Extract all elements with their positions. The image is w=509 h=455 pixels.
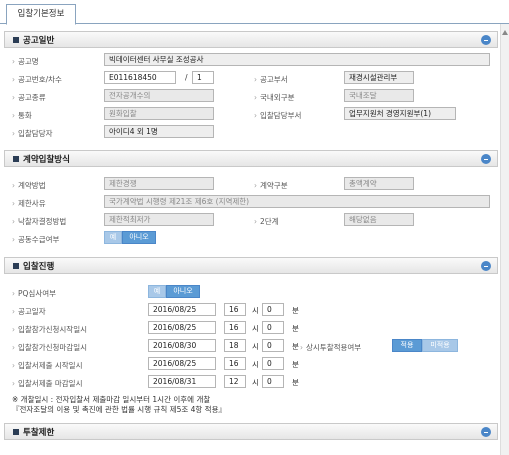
section-header-contract-method: 계약입찰방식 (4, 150, 498, 167)
square-bullet-icon (13, 156, 19, 162)
label-two-stage: › 2단계 (254, 217, 279, 226)
field-date: 2016/08/25 (148, 321, 216, 334)
field-hour: 16 (224, 303, 246, 316)
tab-bid-basic-info[interactable]: 입찰기본정보 (6, 4, 76, 25)
pq-no[interactable]: 아니오 (166, 285, 200, 298)
square-bullet-icon (13, 429, 19, 435)
label-schedule-row: › 공고일자 (12, 307, 46, 316)
hour-unit: 시 (252, 378, 259, 387)
scroll-up-icon[interactable] (502, 30, 508, 35)
label-domestic: › 국내외구분 (254, 93, 295, 102)
collapse-icon[interactable] (481, 261, 491, 271)
field-contract-type: 총액계약 (344, 177, 414, 190)
label-dept: › 공고부서 (254, 75, 288, 84)
scrollbar[interactable] (500, 24, 509, 455)
section-header-bid-restriction: 투찰제한 (4, 423, 498, 440)
field-notice-name: 빅데이터센터 사무실 조성공사 (104, 53, 490, 66)
collapse-icon[interactable] (481, 35, 491, 45)
field-minute: 0 (262, 339, 284, 352)
minute-unit: 분 (292, 378, 299, 387)
note-law-reference: 『전자조달의 이용 및 촉진에 관한 법률 시행 규칙 제5조 4항 적용』 (12, 405, 226, 414)
field-date: 2016/08/30 (148, 339, 216, 352)
label-contract-method: › 계약방법 (12, 181, 46, 190)
square-bullet-icon (13, 37, 19, 43)
field-restriction-reason: 국가계약법 시행령 제21조 제6호 (지역제한) (104, 195, 490, 208)
minute-unit: 분 (292, 342, 299, 351)
label-restriction-reason: › 제한사유 (12, 199, 46, 208)
slash: / (185, 73, 188, 82)
field-domestic: 국내조달 (344, 89, 414, 102)
hour-unit: 시 (252, 306, 259, 315)
field-notice-no: E011618450 (104, 71, 176, 84)
field-notice-kind: 전자공개수의 (104, 89, 214, 102)
field-hour: 12 (224, 375, 246, 388)
hour-unit: 시 (252, 342, 259, 351)
regular-bid-not-apply[interactable]: 미적용 (422, 339, 458, 352)
field-hour: 18 (224, 339, 246, 352)
label-winner-method: › 낙찰자결정방법 (12, 217, 67, 226)
label-schedule-row: › 입찰참가신청시작일시 (12, 325, 87, 334)
field-round: 1 (192, 71, 214, 84)
minute-unit: 분 (292, 360, 299, 369)
label-currency: › 통화 (12, 111, 32, 120)
section-header-notice-general: 공고일반 (4, 31, 498, 48)
field-minute: 0 (262, 303, 284, 316)
hour-unit: 시 (252, 360, 259, 369)
field-dept: 재경시설관리부 (344, 71, 414, 84)
regular-bid-apply[interactable]: 적용 (392, 339, 422, 352)
field-date: 2016/08/31 (148, 375, 216, 388)
label-manager: › 입찰담당자 (12, 129, 53, 138)
label-notice-no: › 공고번호/차수 (12, 75, 62, 84)
field-hour: 16 (224, 321, 246, 334)
minute-unit: 분 (292, 324, 299, 333)
section-title: 투찰제한 (23, 428, 55, 438)
field-minute: 0 (262, 321, 284, 334)
collapse-icon[interactable] (481, 154, 491, 164)
field-contract-method: 제한경쟁 (104, 177, 214, 190)
label-pq-review: › PQ심사여부 (12, 289, 57, 298)
field-manager: 아이디4 외 1명 (104, 125, 214, 138)
section-title: 계약입찰방식 (23, 155, 70, 165)
field-minute: 0 (262, 375, 284, 388)
label-regular-bid: › 상시투찰적용여부 (300, 343, 362, 352)
label-notice-kind: › 공고종류 (12, 93, 46, 102)
joint-supply-yes[interactable]: 예 (104, 231, 122, 244)
section-header-bid-progress: 입찰진행 (4, 257, 498, 274)
hour-unit: 시 (252, 324, 259, 333)
label-contract-type: › 계약구분 (254, 181, 288, 190)
label-schedule-row: › 입찰서제출 마감일시 (12, 379, 83, 388)
field-hour: 16 (224, 357, 246, 370)
field-date: 2016/08/25 (148, 357, 216, 370)
section-title: 입찰진행 (23, 262, 55, 272)
field-minute: 0 (262, 357, 284, 370)
label-notice-name: › 공고명 (12, 57, 39, 66)
collapse-icon[interactable] (481, 427, 491, 437)
field-two-stage: 해당없음 (344, 213, 414, 226)
pq-yes[interactable]: 예 (148, 285, 166, 298)
label-schedule-row: › 입찰서제출 시작일시 (12, 361, 83, 370)
field-winner-method: 제한적최저가 (104, 213, 214, 226)
square-bullet-icon (13, 263, 19, 269)
joint-supply-no[interactable]: 아니오 (122, 231, 156, 244)
section-title: 공고일반 (23, 36, 55, 46)
tab-bar: 입찰기본정보 (0, 0, 509, 25)
field-bid-dept: 업무지원처 경영지원부(1) (344, 107, 456, 120)
minute-unit: 분 (292, 306, 299, 315)
label-bid-dept: › 입찰담당부서 (254, 111, 302, 120)
field-currency: 원화입찰 (104, 107, 214, 120)
field-date: 2016/08/25 (148, 303, 216, 316)
label-joint-supply: › 공동수급여부 (12, 235, 60, 244)
label-schedule-row: › 입찰참가신청마감일시 (12, 343, 87, 352)
